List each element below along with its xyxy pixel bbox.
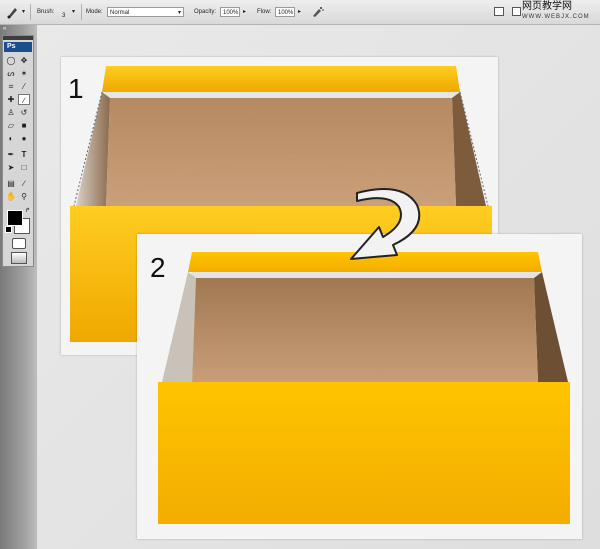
- mode-label: Mode:: [86, 9, 103, 15]
- opacity-label: Opacity:: [194, 9, 217, 15]
- gradient-tool-icon[interactable]: ■: [18, 120, 30, 131]
- foreground-color-swatch[interactable]: [7, 210, 23, 226]
- flow-input[interactable]: 100%: [275, 7, 295, 17]
- box-illustration-2: [158, 252, 570, 524]
- toolbox-header[interactable]: [3, 36, 33, 40]
- brush-label: Brush:: [37, 9, 55, 15]
- brushes-panel-icon[interactable]: [494, 7, 504, 16]
- flow-arrow[interactable]: ▸: [298, 0, 301, 24]
- curved-arrow-icon: [350, 188, 421, 260]
- screen-mode-icon[interactable]: [11, 252, 27, 264]
- watermark-text: 网页教学网: [522, 1, 572, 12]
- collapse-arrows-icon[interactable]: «: [3, 26, 6, 32]
- notes-tool-icon[interactable]: ▤: [5, 178, 17, 189]
- marquee-tool-icon[interactable]: ◯: [5, 55, 17, 66]
- magic-wand-icon[interactable]: ✶: [18, 68, 30, 79]
- eyedropper-icon[interactable]: ∕: [18, 178, 30, 189]
- opacity-arrow[interactable]: ▸: [243, 0, 246, 24]
- divider: [81, 4, 82, 20]
- move-tool-icon[interactable]: ✥: [18, 55, 30, 66]
- mode-value: Normal: [110, 10, 130, 16]
- swap-colors-icon[interactable]: ↱: [25, 207, 30, 214]
- zoom-tool-icon[interactable]: ⚲: [18, 191, 30, 202]
- blur-tool-icon[interactable]: ◐: [5, 133, 17, 144]
- pen-tool-icon[interactable]: ✒: [5, 149, 17, 160]
- path-selection-icon[interactable]: ➤: [5, 162, 17, 173]
- divider: [30, 4, 31, 20]
- airbrush-icon[interactable]: [311, 5, 324, 18]
- eraser-tool-icon[interactable]: ▱: [5, 120, 17, 131]
- opacity-value: 100%: [223, 10, 239, 16]
- brush-picker-arrow[interactable]: ▾: [72, 0, 75, 24]
- options-bar: ▾ Brush: 3 ▾ Mode: Normal ▾ Opacity: 100…: [0, 0, 600, 25]
- dodge-tool-icon[interactable]: ●: [18, 133, 30, 144]
- tool-preset-arrow[interactable]: ▾: [22, 0, 25, 24]
- workspace-icon[interactable]: [512, 7, 521, 16]
- crop-tool-icon[interactable]: ⌗: [5, 81, 17, 92]
- chevron-down-icon: ▾: [177, 10, 181, 16]
- brush-size-value[interactable]: 3: [62, 13, 65, 19]
- history-brush-icon[interactable]: ↺: [18, 107, 30, 118]
- toolbox: Ps ◯ ✥ ᔕ ✶ ⌗ ⁄ ✚ ∕ ♙ ↺ ▱ ■ ◐ ● ✒ T ➤ □ ▤…: [2, 35, 34, 267]
- eyedropper-tool-icon[interactable]: ⁄: [18, 81, 30, 92]
- hand-tool-icon[interactable]: ✋: [5, 191, 17, 202]
- clone-stamp-icon[interactable]: ♙: [5, 107, 17, 118]
- flow-value: 100%: [278, 10, 294, 16]
- brush-tool-icon[interactable]: [6, 5, 20, 19]
- flow-label: Flow:: [257, 9, 272, 15]
- quick-mask-icon[interactable]: [12, 238, 26, 249]
- default-colors-icon[interactable]: [5, 226, 12, 233]
- type-tool-icon[interactable]: T: [18, 149, 30, 160]
- ps-logo: Ps: [4, 42, 32, 52]
- shape-tool-icon[interactable]: □: [18, 162, 30, 173]
- brush-tool-selected-icon[interactable]: ∕: [18, 94, 30, 105]
- lasso-tool-icon[interactable]: ᔕ: [5, 68, 17, 79]
- opacity-input[interactable]: 100%: [220, 7, 240, 17]
- mode-select[interactable]: Normal ▾: [107, 7, 184, 17]
- healing-tool-icon[interactable]: ✚: [5, 94, 17, 105]
- watermark-url: WWW.WEBJX.COM: [522, 14, 590, 20]
